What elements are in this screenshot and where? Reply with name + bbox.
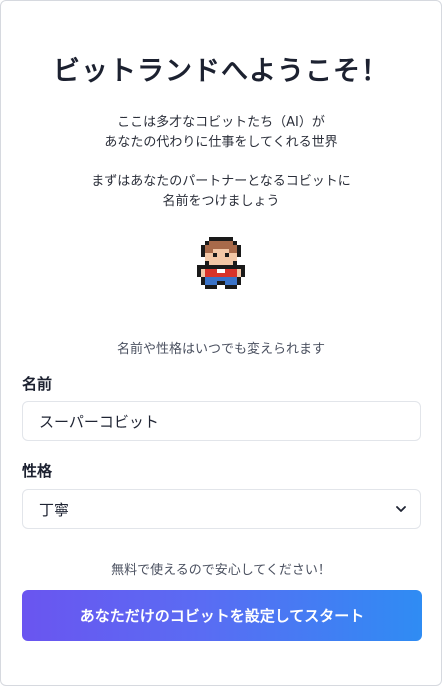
page-title: ビットランドへようこそ！ (53, 56, 389, 87)
kobit-character-icon (197, 237, 245, 289)
name-label: 名前 (22, 375, 53, 393)
intro-line-3: まずはあなたのパートナーとなるコビットに (91, 174, 351, 189)
intro-text-1: ここは多才なコビットたち（AI）が あなたの代わりに仕事をしてくれる世界 (1, 113, 441, 153)
personality-label: 性格 (22, 462, 53, 480)
intro-line-2: あなたの代わりに仕事をしてくれる世界 (104, 135, 338, 150)
intro-line-1: ここは多才なコビットたち（AI）が (117, 115, 325, 130)
intro-text-2: まずはあなたのパートナーとなるコビットに 名前をつけましょう (1, 172, 441, 212)
free-usage-note: 無料で使えるので安心してください！ (111, 563, 331, 578)
intro-line-4: 名前をつけましょう (162, 194, 280, 209)
change-anytime-note: 名前や性格はいつでも変えられます (116, 342, 325, 357)
name-input[interactable] (22, 401, 421, 441)
welcome-card: ビットランドへようこそ！ ここは多才なコビットたち（AI）が あなたの代わりに仕… (0, 0, 442, 686)
personality-select[interactable]: 丁寧 (22, 489, 421, 529)
start-button[interactable]: あなただけのコビットを設定してスタート (22, 590, 422, 641)
personality-selected-value: 丁寧 (39, 500, 70, 519)
chevron-down-icon (396, 506, 406, 512)
